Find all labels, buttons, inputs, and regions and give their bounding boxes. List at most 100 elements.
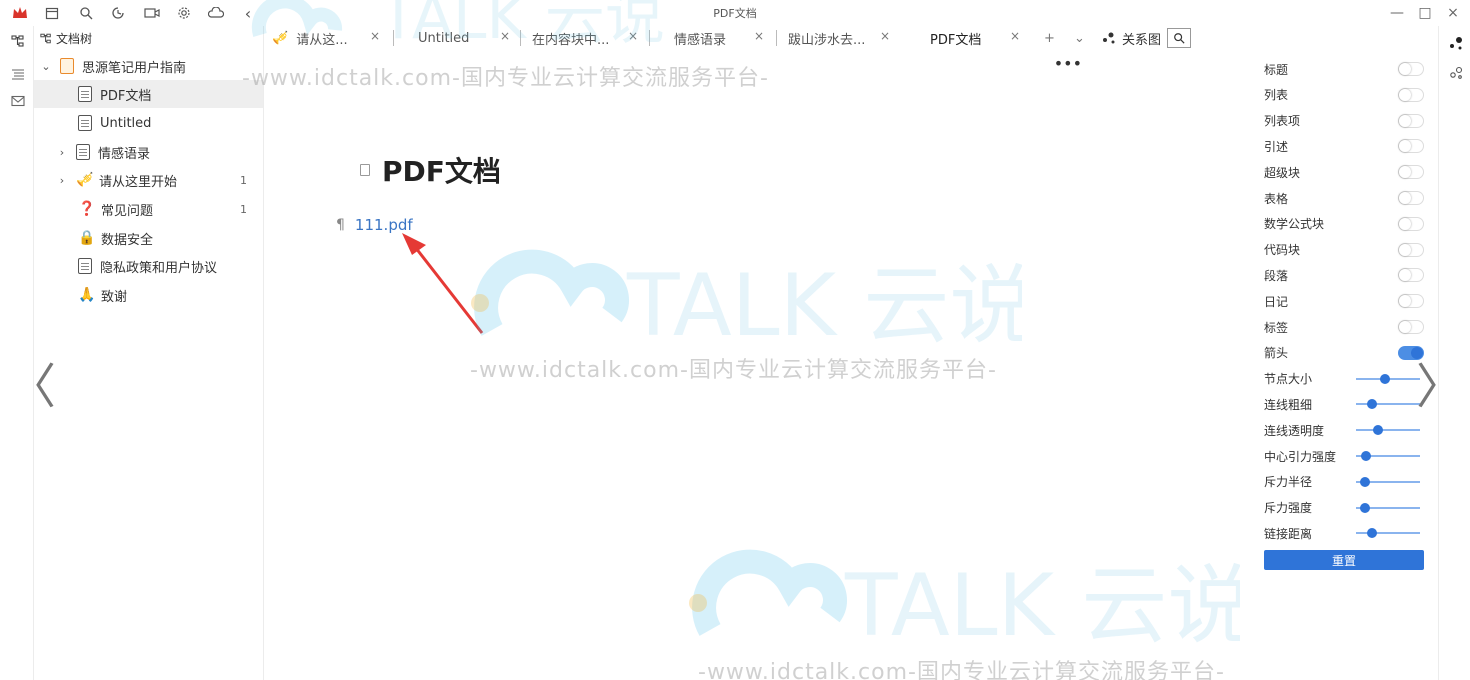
graph-setting-toggle-row: 箭头 xyxy=(1264,340,1424,366)
close-button[interactable]: × xyxy=(1442,2,1464,24)
close-tab-icon[interactable]: × xyxy=(628,29,638,43)
tree-item-count: 1 xyxy=(240,173,247,187)
paragraph-block[interactable]: ¶ 111.pdf xyxy=(336,216,413,234)
chevron-right-icon[interactable]: › xyxy=(54,174,70,187)
global-graph-icon[interactable] xyxy=(1447,64,1465,82)
slider-thumb[interactable] xyxy=(1361,451,1372,461)
file-tree-panel: 文档树 ⌄ 思源笔记用户指南 PDF文档 Untitled › 情感语录 › 🎺… xyxy=(34,26,264,680)
slider-track[interactable] xyxy=(1356,532,1420,535)
setting-slider[interactable] xyxy=(1356,449,1420,463)
setting-toggle-switch[interactable] xyxy=(1398,268,1424,283)
setting-toggle-switch[interactable] xyxy=(1398,87,1424,102)
slider-thumb[interactable] xyxy=(1380,373,1391,384)
tab-start-here[interactable]: 🎺 请从这... × xyxy=(272,26,382,50)
tree-item-label: 致谢 xyxy=(101,289,128,305)
chevron-down-icon[interactable]: ⌄ xyxy=(38,60,54,73)
tree-item-untitled[interactable]: Untitled xyxy=(34,109,263,137)
more-options-button[interactable]: ••• xyxy=(1054,54,1082,73)
praying-hands-icon: 🙏 xyxy=(78,287,96,303)
graph-setting-toggle-row: 超级块 xyxy=(1264,159,1424,185)
tab-untitled[interactable]: Untitled × xyxy=(418,26,510,50)
tab-pdf-doc[interactable]: PDF文档 × xyxy=(904,26,1022,50)
tree-item-count: 1 xyxy=(240,202,247,216)
tree-item-qinggan[interactable]: › 情感语录 xyxy=(34,138,263,166)
setting-label: 连线粗细 xyxy=(1264,397,1313,412)
close-tab-icon[interactable]: × xyxy=(500,29,510,43)
setting-toggle-switch[interactable] xyxy=(1398,320,1424,334)
tree-item-label: Untitled xyxy=(100,115,152,131)
paragraph-icon[interactable]: ¶ xyxy=(336,217,345,233)
close-tab-icon[interactable]: × xyxy=(1010,29,1020,43)
minimize-button[interactable]: — xyxy=(1386,2,1408,24)
setting-label: 斥力半径 xyxy=(1264,475,1313,490)
slider-track[interactable] xyxy=(1356,403,1420,406)
slider-thumb[interactable] xyxy=(1373,425,1384,436)
reset-button[interactable]: 重置 xyxy=(1264,550,1424,570)
tab-label: 请从这... xyxy=(296,32,348,48)
setting-slider[interactable] xyxy=(1356,372,1420,386)
doc-icon[interactable] xyxy=(360,164,370,176)
setting-slider[interactable] xyxy=(1356,423,1420,437)
close-tab-icon[interactable]: × xyxy=(370,29,380,43)
slider-thumb[interactable] xyxy=(1366,399,1377,410)
tab-label: 跋山涉水去... xyxy=(788,32,866,48)
tree-item-start-here[interactable]: › 🎺 请从这里开始 1 xyxy=(34,166,263,194)
slider-thumb[interactable] xyxy=(1366,528,1377,539)
doc-title-text[interactable]: PDF文档 xyxy=(382,150,501,190)
graph-setting-slider-row: 连线透明度 xyxy=(1264,417,1424,443)
setting-toggle-switch[interactable] xyxy=(1398,62,1424,76)
close-tab-icon[interactable]: × xyxy=(754,29,764,43)
tree-item-thanks[interactable]: 🙏 致谢 xyxy=(34,281,263,309)
setting-toggle-switch[interactable] xyxy=(1398,191,1424,205)
setting-label: 列表项 xyxy=(1264,114,1301,129)
maximize-button[interactable]: □ xyxy=(1414,2,1436,24)
tab-trek[interactable]: 跋山涉水去... × xyxy=(788,26,890,50)
setting-toggle-switch[interactable] xyxy=(1398,242,1424,257)
tab-qinggan[interactable]: 情感语录 × xyxy=(674,26,764,50)
setting-slider[interactable] xyxy=(1356,397,1420,411)
tree-item-data-security[interactable]: 🔒 数据安全 xyxy=(34,224,263,252)
chevron-right-icon[interactable]: › xyxy=(54,146,70,159)
setting-toggle-switch[interactable] xyxy=(1398,139,1424,154)
setting-toggle-switch[interactable] xyxy=(1398,113,1424,128)
graph-label: 关系图 xyxy=(1122,32,1162,48)
setting-toggle-switch[interactable] xyxy=(1398,294,1424,309)
filetree-icon[interactable] xyxy=(9,32,27,50)
graph-settings-panel: 标题 列表 列表项 引述 超级块 表格 数学公式块 代码块 段落 日记 标签 箭头 节点大小 连线粗细连… xyxy=(1248,54,1438,680)
pdf-file-link[interactable]: 111.pdf xyxy=(355,216,413,234)
inbox-icon[interactable] xyxy=(9,92,27,110)
setting-slider[interactable] xyxy=(1356,526,1420,540)
document-icon xyxy=(78,115,92,131)
filetree-header-icon xyxy=(40,33,51,44)
close-tab-icon[interactable]: × xyxy=(880,29,890,43)
setting-slider[interactable] xyxy=(1356,501,1420,515)
outline-icon[interactable] xyxy=(9,66,27,84)
setting-label: 列表 xyxy=(1264,88,1289,103)
tab-content-block[interactable]: 在内容块中... × xyxy=(532,26,638,50)
tree-item-privacy[interactable]: 隐私政策和用户协议 xyxy=(34,252,263,280)
file-tree-header: 文档树 xyxy=(40,30,92,47)
app-window: ‹ PDF文档 — □ × 文档树 ⌄ 思源笔记用户指南 PDF文档 Untit… xyxy=(0,0,1470,680)
graph-icon[interactable] xyxy=(1447,34,1465,52)
add-tab-button[interactable]: + xyxy=(1044,26,1058,50)
tree-item-notebook[interactable]: ⌄ 思源笔记用户指南 xyxy=(34,52,263,80)
tab-label: 在内容块中... xyxy=(532,32,610,48)
setting-slider[interactable] xyxy=(1356,475,1420,489)
graph-setting-toggle-row: 表格 xyxy=(1264,185,1424,211)
slider-track[interactable] xyxy=(1356,429,1420,432)
doc-title[interactable]: PDF文档 xyxy=(360,150,501,190)
tab-label: Untitled xyxy=(418,30,470,46)
tab-list-button[interactable]: ⌄ xyxy=(1074,26,1088,50)
tree-item-faq[interactable]: ❓ 常见问题 1 xyxy=(34,195,263,223)
slider-thumb[interactable] xyxy=(1360,502,1371,513)
tree-item-pdf-doc[interactable]: PDF文档 xyxy=(34,80,263,108)
prev-arrow-button[interactable]: 〈 xyxy=(8,359,56,415)
tab-separator xyxy=(776,30,777,46)
setting-toggle-switch[interactable] xyxy=(1398,216,1424,231)
tree-item-label: 请从这里开始 xyxy=(99,174,178,190)
next-arrow-button[interactable]: 〉 xyxy=(1416,359,1464,415)
graph-search-button[interactable] xyxy=(1167,28,1192,48)
tree-item-label: 隐私政策和用户协议 xyxy=(100,260,218,276)
setting-toggle-switch[interactable] xyxy=(1398,165,1424,180)
slider-thumb[interactable] xyxy=(1360,476,1371,487)
